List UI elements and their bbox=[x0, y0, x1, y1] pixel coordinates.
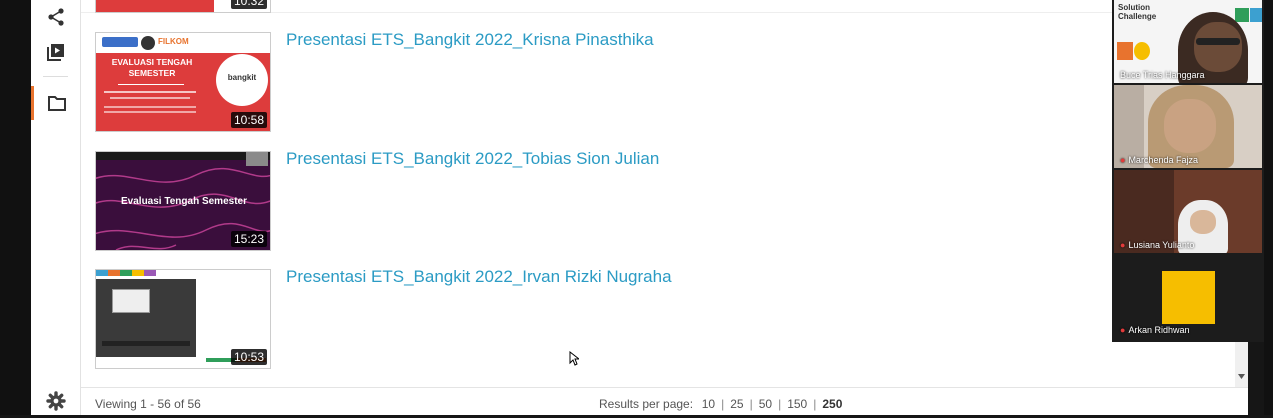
video-item[interactable]: FILKOM EVALUASI TENGAH SEMESTER bangkit … bbox=[95, 30, 1095, 132]
video-item[interactable]: 10:32 bbox=[95, 0, 1095, 13]
playlist-button[interactable] bbox=[31, 35, 80, 69]
gear-icon bbox=[45, 391, 66, 411]
video-title-link[interactable]: Presentasi ETS_Bangkit 2022_Irvan Rizki … bbox=[286, 267, 672, 287]
video-list: 10:32 FILKOM EVALUASI TENGAH SEMESTER ba… bbox=[81, 0, 1248, 415]
brand-logo: FILKOM bbox=[158, 37, 189, 46]
muted-mic-icon: ● bbox=[1120, 155, 1126, 165]
avatar bbox=[1162, 271, 1215, 324]
video-thumbnail[interactable]: FILKOM EVALUASI TENGAH SEMESTER bangkit … bbox=[95, 32, 271, 132]
glasses bbox=[1196, 38, 1240, 45]
video-thumbnail[interactable]: Evaluasi Tengah Semester 15:23 bbox=[95, 151, 271, 251]
scrollbar[interactable] bbox=[1235, 342, 1248, 387]
viewing-count: Viewing 1 - 56 of 56 bbox=[95, 397, 201, 411]
pagination-footer: Viewing 1 - 56 of 56 Results per page: 1… bbox=[81, 387, 1248, 416]
participant-gallery: Solution Challenge Buce Trias Hanggara ●… bbox=[1112, 0, 1264, 342]
video-duration: 10:32 bbox=[230, 0, 267, 9]
left-window-edge bbox=[0, 0, 31, 415]
results-option-50[interactable]: 50 bbox=[757, 397, 774, 411]
background-text: Challenge bbox=[1118, 12, 1157, 21]
mouse-cursor-icon bbox=[569, 351, 579, 366]
participant-tile[interactable]: ● Lusiana Yulianto bbox=[1114, 170, 1262, 253]
folder-button[interactable] bbox=[31, 86, 80, 120]
scroll-down-icon[interactable] bbox=[1238, 374, 1245, 379]
settings-button[interactable] bbox=[31, 384, 80, 418]
bangkit-logo: bangkit bbox=[216, 54, 268, 106]
emblem-icon bbox=[141, 36, 155, 50]
sidebar-divider bbox=[43, 76, 68, 77]
video-title-link[interactable]: Presentasi ETS_Bangkit 2022_Tobias Sion … bbox=[286, 149, 659, 169]
participant-name: Lusiana Yulianto bbox=[1128, 240, 1195, 250]
results-option-25[interactable]: 25 bbox=[728, 397, 745, 411]
participant-tile[interactable]: ● Marchenda Fajza bbox=[1114, 85, 1262, 168]
thumb-heading: Evaluasi Tengah Semester bbox=[121, 196, 247, 207]
muted-mic-icon: ● bbox=[1120, 240, 1126, 250]
muted-mic-icon: ● bbox=[1120, 325, 1126, 335]
results-option-10[interactable]: 10 bbox=[700, 397, 717, 411]
participant-name: Arkan Ridhwan bbox=[1128, 325, 1190, 335]
results-option-250[interactable]: 250 bbox=[820, 397, 844, 411]
results-option-150[interactable]: 150 bbox=[785, 397, 809, 411]
share-button[interactable] bbox=[31, 0, 80, 34]
share-icon bbox=[47, 8, 64, 26]
video-thumbnail[interactable]: 10:32 bbox=[95, 0, 271, 13]
right-window-edge bbox=[1264, 0, 1273, 415]
video-title-link[interactable]: Presentasi ETS_Bangkit 2022_Krisna Pinas… bbox=[286, 30, 654, 50]
video-item[interactable]: Evaluasi Tengah Semester 15:23 Presentas… bbox=[95, 149, 1095, 251]
video-item[interactable]: 10:53 Presentasi ETS_Bangkit 2022_Irvan … bbox=[95, 267, 1095, 369]
video-duration: 15:23 bbox=[230, 231, 267, 247]
participant-name: Marchenda Fajza bbox=[1128, 155, 1198, 165]
video-thumbnail[interactable]: 10:53 bbox=[95, 269, 271, 369]
campus-logo bbox=[102, 37, 138, 47]
screen-share-preview bbox=[96, 279, 196, 357]
video-duration: 10:58 bbox=[230, 112, 267, 128]
results-per-page: Results per page: 10 | 25 | 50 | 150 | 250 bbox=[599, 397, 844, 411]
video-duration: 10:53 bbox=[230, 349, 267, 365]
background-text: Solution bbox=[1118, 3, 1150, 12]
results-per-page-label: Results per page: bbox=[599, 397, 694, 411]
sidebar bbox=[31, 0, 81, 415]
playlist-icon bbox=[46, 44, 64, 61]
participant-tile[interactable]: ● Arkan Ridhwan bbox=[1114, 255, 1262, 338]
participant-name: Buce Trias Hanggara bbox=[1120, 70, 1205, 80]
thumb-heading: EVALUASI TENGAH SEMESTER bbox=[111, 57, 193, 78]
folder-icon bbox=[48, 96, 66, 111]
participant-tile[interactable]: Solution Challenge Buce Trias Hanggara bbox=[1114, 0, 1262, 83]
